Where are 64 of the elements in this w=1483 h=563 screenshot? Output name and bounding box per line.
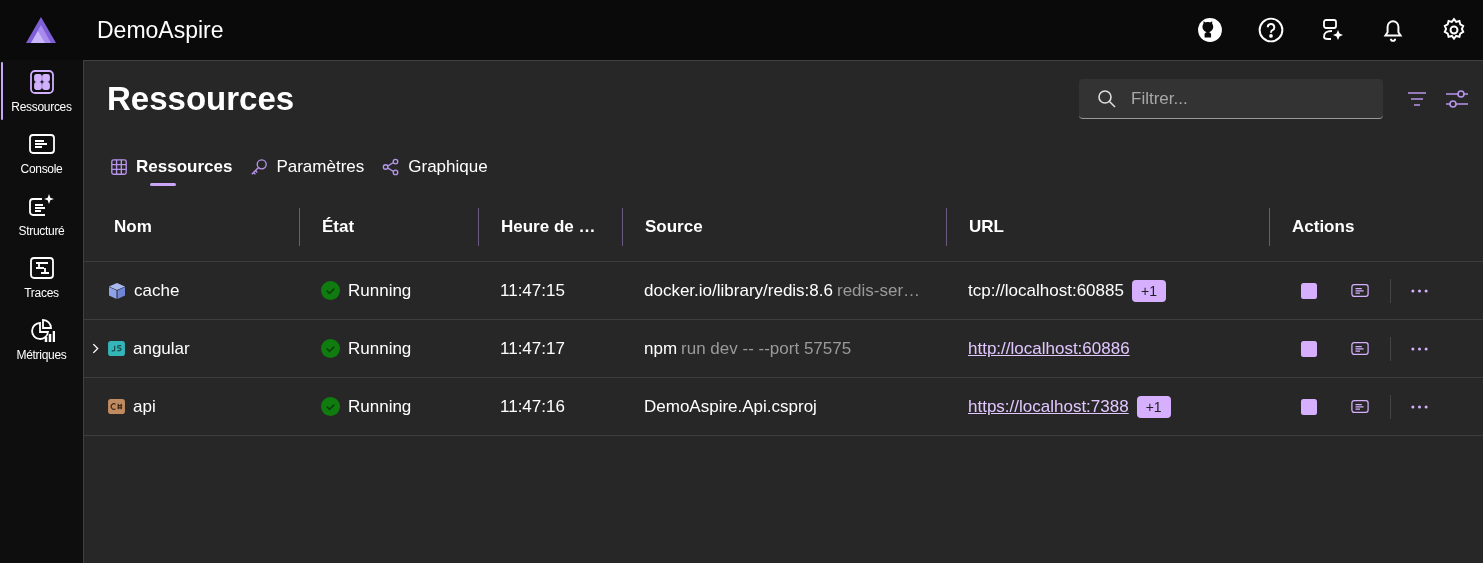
more-icon[interactable] <box>1411 288 1428 293</box>
start-time: 11:47:16 <box>500 396 565 417</box>
column-header[interactable]: Nom <box>114 216 152 237</box>
github-icon[interactable] <box>1197 17 1223 43</box>
column-header[interactable]: Actions <box>1292 216 1355 237</box>
nav-item[interactable]: Structuré <box>0 184 83 246</box>
sliders-icon[interactable] <box>1445 88 1469 110</box>
state-text: Running <box>348 338 412 359</box>
code-file-icon <box>108 399 125 414</box>
filter-icon[interactable] <box>1407 91 1427 107</box>
structured-icon <box>28 192 55 219</box>
console-log-icon[interactable] <box>1351 399 1369 414</box>
script-file-icon <box>108 341 125 356</box>
chevron-icon[interactable] <box>92 343 99 354</box>
start-time: 11:47:17 <box>500 338 565 359</box>
state-text: Running <box>348 396 412 417</box>
stop-icon[interactable] <box>1301 398 1317 415</box>
console-log-icon[interactable] <box>1351 283 1369 298</box>
url-link[interactable]: http://localhost:60886 <box>968 338 1130 359</box>
column-header[interactable]: État <box>322 216 355 237</box>
source-text: DemoAspire.Api.csproj <box>644 396 817 417</box>
url-text: tcp://localhost:60885 <box>968 280 1124 301</box>
app-title: DemoAspire <box>97 16 224 44</box>
source-text: docker.io/library/redis:8.6 <box>644 280 833 301</box>
source-args: run dev -- --port 57575 <box>681 338 852 359</box>
check-circle-icon <box>321 281 340 300</box>
column-header[interactable]: Source <box>645 216 703 237</box>
check-circle-icon <box>321 397 340 416</box>
more-urls-badge[interactable]: +1 <box>1131 279 1166 302</box>
resource-name[interactable]: cache <box>134 280 180 301</box>
key-icon <box>250 158 269 176</box>
check-circle-icon <box>321 339 340 358</box>
cube-icon <box>108 281 126 300</box>
start-time: 11:47:15 <box>500 280 565 301</box>
source-text: npm <box>644 338 678 359</box>
search-field[interactable]: Filtrer... <box>1079 79 1383 119</box>
page-title: Ressources <box>107 80 295 118</box>
settings-icon[interactable] <box>1441 17 1467 43</box>
more-urls-badge[interactable]: +1 <box>1136 395 1171 418</box>
grid-icon <box>28 68 55 95</box>
state-text: Running <box>348 280 412 301</box>
column-header[interactable]: Heure de … <box>501 216 596 237</box>
resource-name[interactable]: angular <box>133 338 190 359</box>
table-icon <box>110 158 128 176</box>
nav-item[interactable]: Ressources <box>0 60 83 122</box>
stop-icon[interactable] <box>1301 282 1317 299</box>
share-icon <box>382 158 401 176</box>
nav-item[interactable]: Métriques <box>0 308 83 370</box>
more-icon[interactable] <box>1411 404 1428 409</box>
tab[interactable]: Paramètres <box>250 152 365 182</box>
more-icon[interactable] <box>1411 346 1428 351</box>
url-link[interactable]: https://localhost:7388 <box>968 396 1129 417</box>
traces-icon <box>28 254 55 281</box>
nav-item[interactable]: Traces <box>0 246 83 308</box>
source-args: redis-ser… <box>837 280 921 301</box>
logo-icon <box>26 17 56 43</box>
metrics-icon <box>28 316 55 343</box>
stop-icon[interactable] <box>1301 340 1317 357</box>
console-log-icon[interactable] <box>1351 341 1369 356</box>
tab[interactable]: Graphique <box>382 152 488 182</box>
nav-item[interactable]: Console <box>0 122 83 184</box>
resource-name[interactable]: api <box>133 396 156 417</box>
help-icon[interactable] <box>1258 17 1284 43</box>
column-header[interactable]: URL <box>969 216 1004 237</box>
